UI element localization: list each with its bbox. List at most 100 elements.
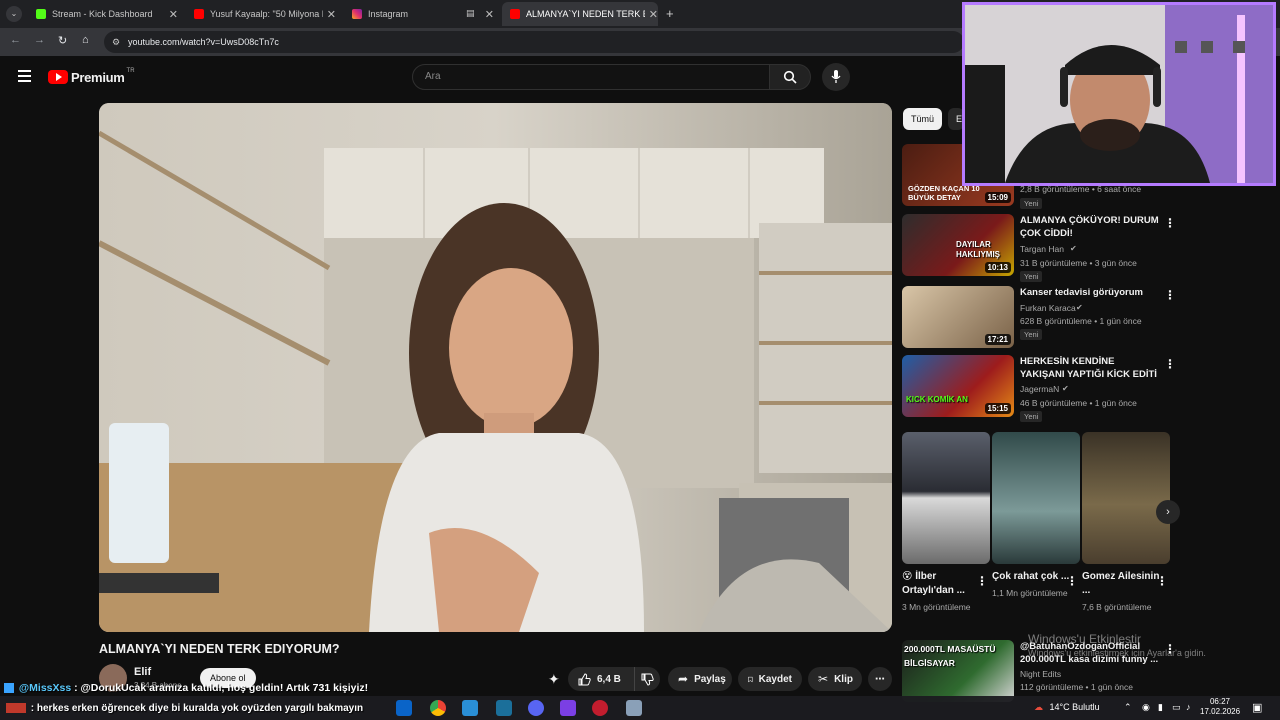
webcam-image bbox=[965, 5, 1273, 183]
reload-icon[interactable]: ↻ bbox=[58, 34, 67, 47]
app-icon[interactable] bbox=[560, 700, 576, 716]
webcam-overlay bbox=[962, 2, 1276, 186]
taskbar-clock[interactable]: 06:27 17.02.2026 bbox=[1200, 697, 1240, 717]
video-title: ALMANYA`YI NEDEN TERK EDIYORUM? bbox=[99, 642, 340, 656]
related-video-2[interactable]: 17:21 Kanser tedavisi görüyorum Furkan K… bbox=[902, 286, 1176, 350]
related-video-3[interactable]: KICK KOMİK AN 15:15 HERKESİN KENDİNE YAK… bbox=[902, 355, 1176, 422]
search-button[interactable] bbox=[769, 64, 811, 90]
clock-date: 17.02.2026 bbox=[1200, 707, 1241, 716]
chat-message: : @DorukUcak aramıza katıldı, hoş geldin… bbox=[74, 682, 369, 694]
tab-label: Stream - Kick Dashboard bbox=[52, 9, 153, 19]
close-tab-icon[interactable]: ✕ bbox=[327, 8, 336, 21]
instagram-favicon-icon bbox=[352, 9, 362, 19]
logo-region: TR bbox=[126, 68, 135, 74]
duration-badge: 17:21 bbox=[984, 334, 1011, 345]
app-icon[interactable] bbox=[592, 700, 608, 716]
tab-instagram[interactable]: Instagram ▤ ✕ bbox=[344, 2, 494, 26]
url-field[interactable]: ⚙ youtube.com/watch?v=UwsD08cTn7c bbox=[104, 31, 964, 53]
verified-icon: ✔ bbox=[1076, 303, 1083, 312]
video-meta: 628 B görüntüleme • 1 gün önce bbox=[1020, 316, 1142, 326]
weather-widget[interactable]: ☁ 14°C Bulutlu bbox=[1034, 702, 1100, 713]
new-badge: Yeni bbox=[1020, 198, 1043, 209]
close-tab-icon[interactable]: ✕ bbox=[649, 8, 658, 21]
youtube-favicon-icon bbox=[194, 9, 204, 19]
app-icon[interactable] bbox=[626, 700, 642, 716]
weather-icon: ☁ bbox=[1034, 702, 1043, 712]
url-text: youtube.com/watch?v=UwsD08cTn7c bbox=[128, 37, 279, 47]
close-tab-icon[interactable]: ✕ bbox=[485, 8, 494, 21]
verified-icon: ✔ bbox=[1062, 384, 1069, 393]
tray-icon[interactable]: ◉ bbox=[1142, 702, 1150, 713]
youtube-favicon-icon bbox=[510, 9, 520, 19]
telegram-icon[interactable] bbox=[462, 700, 478, 716]
clock-time: 06:27 bbox=[1209, 697, 1231, 706]
more-vertical-icon[interactable]: ⋮ bbox=[1164, 357, 1176, 371]
chrome-icon[interactable] bbox=[430, 700, 446, 716]
voice-search-button[interactable] bbox=[822, 63, 850, 91]
tab-yusuf-kayaalp[interactable]: Yusuf Kayaalp: "50 Milyona Kan ✕ bbox=[186, 2, 336, 26]
short-0[interactable]: 😵 İlber Ortaylı'dan ... 3 Mn görüntüleme… bbox=[902, 432, 990, 613]
short-views: 7,6 B görüntüleme bbox=[1082, 602, 1152, 612]
video-thumbnail: DAYILAR HAKLIYMIŞ 10:13 bbox=[902, 214, 1014, 276]
video-thumbnail: 17:21 bbox=[902, 286, 1014, 348]
chat-badge-icon bbox=[4, 683, 14, 694]
app-icon[interactable] bbox=[496, 700, 512, 716]
video-meta: 31 B görüntüleme • 3 gün önce bbox=[1020, 258, 1137, 268]
chat-badge-icon bbox=[6, 703, 26, 714]
tab-label: Instagram bbox=[368, 9, 409, 19]
site-info-icon[interactable]: ⚙ bbox=[112, 31, 120, 53]
chip-all[interactable]: Tümü bbox=[903, 108, 943, 130]
back-arrow-icon[interactable]: ← bbox=[10, 34, 21, 46]
windows-activation-title: Windows'u Etkinleştir bbox=[1028, 632, 1141, 646]
mail-app-icon[interactable] bbox=[396, 700, 412, 716]
pip-icon: ▤ bbox=[466, 8, 475, 18]
duration-badge: 15:09 bbox=[984, 192, 1011, 203]
forward-arrow-icon[interactable]: → bbox=[34, 34, 45, 46]
short-thumbnail bbox=[992, 432, 1080, 564]
video-title: Kanser tedavisi görüyorum bbox=[1020, 287, 1144, 298]
chat-message: : herkes erken öğrencek diye bi kuralda … bbox=[30, 703, 364, 714]
more-vertical-icon[interactable]: ⋮ bbox=[976, 574, 988, 588]
chat-username: @MissXss bbox=[18, 682, 72, 694]
video-frame-image bbox=[99, 103, 892, 632]
youtube-premium-logo[interactable]: Premium TR bbox=[48, 68, 135, 85]
shorts-next-button[interactable]: › bbox=[1156, 500, 1180, 524]
tab-list-chevron-icon[interactable]: ⌄ bbox=[6, 6, 22, 22]
new-badge: Yeni bbox=[1020, 411, 1043, 422]
related-video-1[interactable]: DAYILAR HAKLIYMIŞ 10:13 ALMANYA ÇÖKÜYOR!… bbox=[902, 214, 1176, 282]
weather-text: 14°C Bulutlu bbox=[1049, 702, 1100, 712]
short-thumbnail bbox=[902, 432, 990, 564]
kick-favicon-icon bbox=[36, 9, 46, 19]
new-badge: Yeni bbox=[1020, 271, 1043, 282]
stream-chat-line-2: : herkes erken öğrencek diye bi kuralda … bbox=[6, 703, 363, 714]
discord-icon[interactable] bbox=[528, 700, 544, 716]
windows-activation-subtitle: Windows'u etkinleştirmek için Ayarlar'a … bbox=[1028, 648, 1206, 658]
more-vertical-icon[interactable]: ⋮ bbox=[1164, 288, 1176, 302]
microphone-icon bbox=[831, 70, 841, 83]
search-input[interactable]: Ara bbox=[412, 64, 770, 90]
home-icon[interactable]: ⌂ bbox=[82, 34, 89, 46]
volume-icon[interactable]: ♪ bbox=[1186, 702, 1191, 712]
duration-badge: 10:13 bbox=[984, 262, 1011, 273]
microphone-tray-icon[interactable]: ▮ bbox=[1158, 702, 1163, 713]
menu-icon[interactable] bbox=[18, 70, 31, 82]
network-icon[interactable]: ▭ bbox=[1172, 702, 1181, 713]
more-vertical-icon[interactable]: ⋮ bbox=[1164, 216, 1176, 230]
notification-icon[interactable]: ▣ bbox=[1252, 701, 1262, 714]
tray-chevron-icon[interactable]: ⌃ bbox=[1124, 702, 1132, 713]
short-2[interactable]: Gomez Ailesinin ... 7,6 B görüntüleme ⋮ bbox=[1082, 432, 1170, 613]
stream-chat-line-1: @MissXss : @DorukUcak aramıza katıldı, h… bbox=[0, 682, 1280, 694]
channel-name[interactable]: Elif bbox=[134, 666, 151, 678]
video-meta: 46 B görüntüleme • 1 gün önce bbox=[1020, 398, 1137, 408]
tab-active-video[interactable]: ALMANYA`YI NEDEN TERK EDİYORUM ✕ bbox=[502, 2, 658, 26]
video-player[interactable] bbox=[99, 103, 892, 632]
more-vertical-icon[interactable]: ⋮ bbox=[1066, 574, 1078, 588]
tab-kick-dashboard[interactable]: Stream - Kick Dashboard ✕ bbox=[28, 2, 178, 26]
new-tab-icon[interactable]: + bbox=[666, 6, 674, 21]
more-vertical-icon[interactable]: ⋮ bbox=[1156, 574, 1168, 588]
close-tab-icon[interactable]: ✕ bbox=[169, 8, 178, 21]
search-icon bbox=[783, 70, 797, 84]
short-1[interactable]: Çok rahat çok ... 1,1 Mn görüntüleme ⋮ bbox=[992, 432, 1080, 599]
thumbnail-text: GÖZDEN KAÇAN 10 BÜYÜK DETAY bbox=[908, 184, 980, 202]
video-title: ALMANYA ÇÖKÜYOR! DURUM ÇOK CİDDİ! bbox=[1020, 215, 1159, 239]
